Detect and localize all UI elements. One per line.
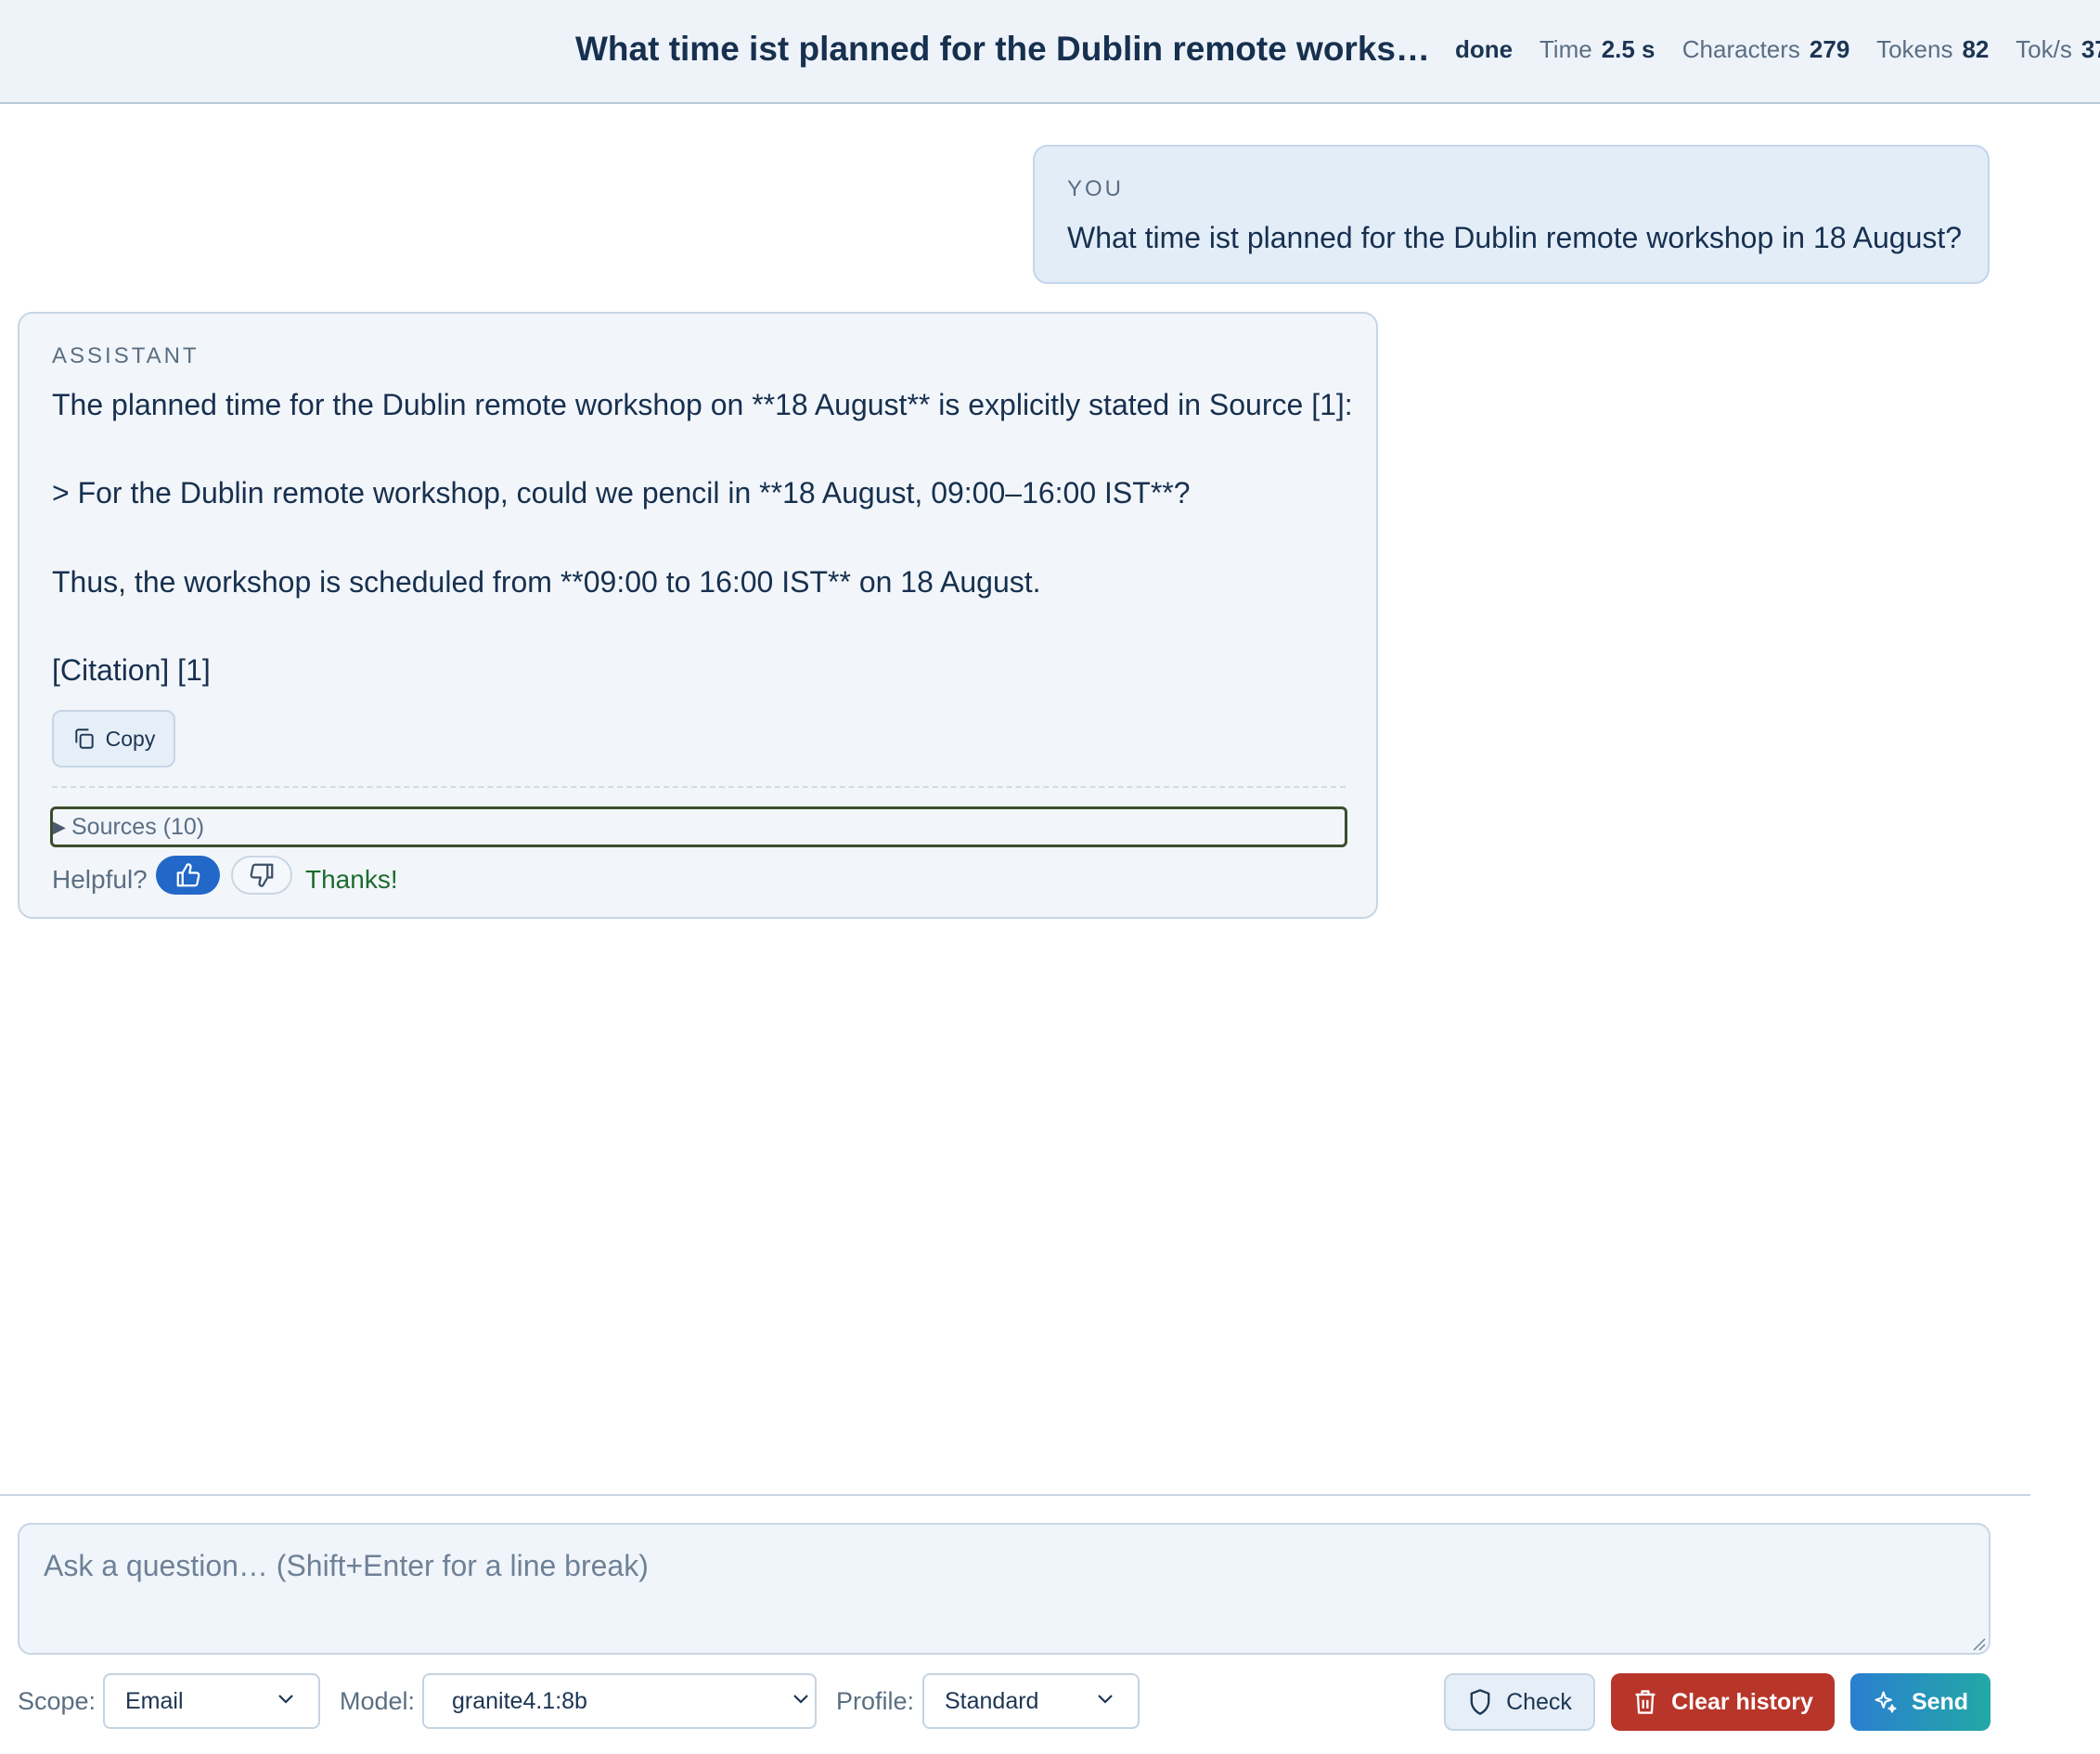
stat-tokens-label: Tokens: [1876, 35, 1953, 63]
disclosure-triangle-icon: ▶: [53, 818, 66, 836]
model-value: granite4.1:8b: [452, 1688, 587, 1714]
assistant-line-2: > For the Dublin remote workshop, could …: [52, 476, 1191, 509]
user-role-label: YOU: [1067, 176, 1125, 201]
resize-grip-icon[interactable]: [1971, 1636, 1986, 1651]
status-badge: done: [1455, 35, 1514, 63]
trash-icon: [1635, 1690, 1656, 1714]
send-button[interactable]: Send: [1850, 1673, 1990, 1731]
scope-label: Scope:: [18, 1687, 97, 1715]
assistant-line-1: The planned time for the Dublin remote w…: [52, 388, 1353, 421]
top-bar: What time ist planned for the Dublin rem…: [0, 0, 2100, 104]
clear-history-label: Clear history: [1671, 1688, 1813, 1715]
profile-label: Profile:: [836, 1687, 915, 1715]
thumbs-up-button[interactable]: [156, 856, 220, 895]
stat-characters-label: Characters: [1681, 35, 1800, 63]
sparkles-icon: [1875, 1691, 1897, 1713]
chevron-down-icon: [1098, 1695, 1113, 1704]
assistant-line-4: [Citation] [1]: [52, 653, 211, 687]
copy-icon: [74, 729, 94, 749]
thumbs-down-button[interactable]: [231, 856, 292, 895]
clear-history-button[interactable]: Clear history: [1611, 1673, 1835, 1731]
chevron-down-icon: [793, 1695, 808, 1704]
sources-toggle[interactable]: ▶ Sources (10): [50, 806, 1347, 847]
copy-button[interactable]: Copy: [52, 710, 175, 767]
assistant-line-3: Thus, the workshop is scheduled from **0…: [52, 565, 1041, 599]
composer-divider: [0, 1494, 2030, 1496]
feedback-thanks: Thanks!: [305, 865, 398, 894]
stat-characters-value: 279: [1809, 35, 1850, 63]
chevron-down-icon: [278, 1695, 293, 1704]
scope-value: Email: [125, 1688, 184, 1714]
model-select[interactable]: granite4.1:8b: [422, 1673, 817, 1729]
question-input[interactable]: [18, 1523, 1990, 1655]
assistant-role-label: ASSISTANT: [52, 343, 200, 368]
user-message: YOU What time ist planned for the Dublin…: [1033, 145, 1990, 284]
assistant-message: ASSISTANT The planned time for the Dubli…: [18, 312, 1378, 919]
stat-toks-label: Tok/s: [2016, 35, 2072, 63]
user-message-text: What time ist planned for the Dublin rem…: [1067, 221, 1963, 254]
helpful-label: Helpful?: [52, 865, 148, 894]
thumbs-down-icon: [250, 863, 274, 887]
scope-select[interactable]: Email: [103, 1673, 320, 1729]
generation-stats: done Time 2.5 s Characters 279 Tokens 82 To…: [1455, 35, 2100, 64]
shield-icon: [1470, 1689, 1490, 1715]
send-button-label: Send: [1911, 1688, 1969, 1715]
check-button[interactable]: Check: [1444, 1673, 1595, 1731]
copy-button-label: Copy: [105, 726, 156, 751]
conversation-title: What time ist planned for the Dublin rem…: [575, 30, 1432, 68]
stat-time-label: Time: [1539, 35, 1592, 63]
stat-tokens-value: 82: [1962, 35, 1990, 63]
divider: [52, 786, 1346, 788]
sources-label: Sources (10): [71, 814, 205, 840]
stat-time-value: 2.5 s: [1601, 35, 1656, 63]
model-label: Model:: [340, 1687, 416, 1715]
stat-toks-value: 37,8: [2081, 35, 2100, 63]
profile-value: Standard: [945, 1688, 1039, 1714]
profile-select[interactable]: Standard: [922, 1673, 1140, 1729]
check-button-label: Check: [1506, 1688, 1572, 1715]
thumbs-up-icon: [176, 863, 200, 887]
